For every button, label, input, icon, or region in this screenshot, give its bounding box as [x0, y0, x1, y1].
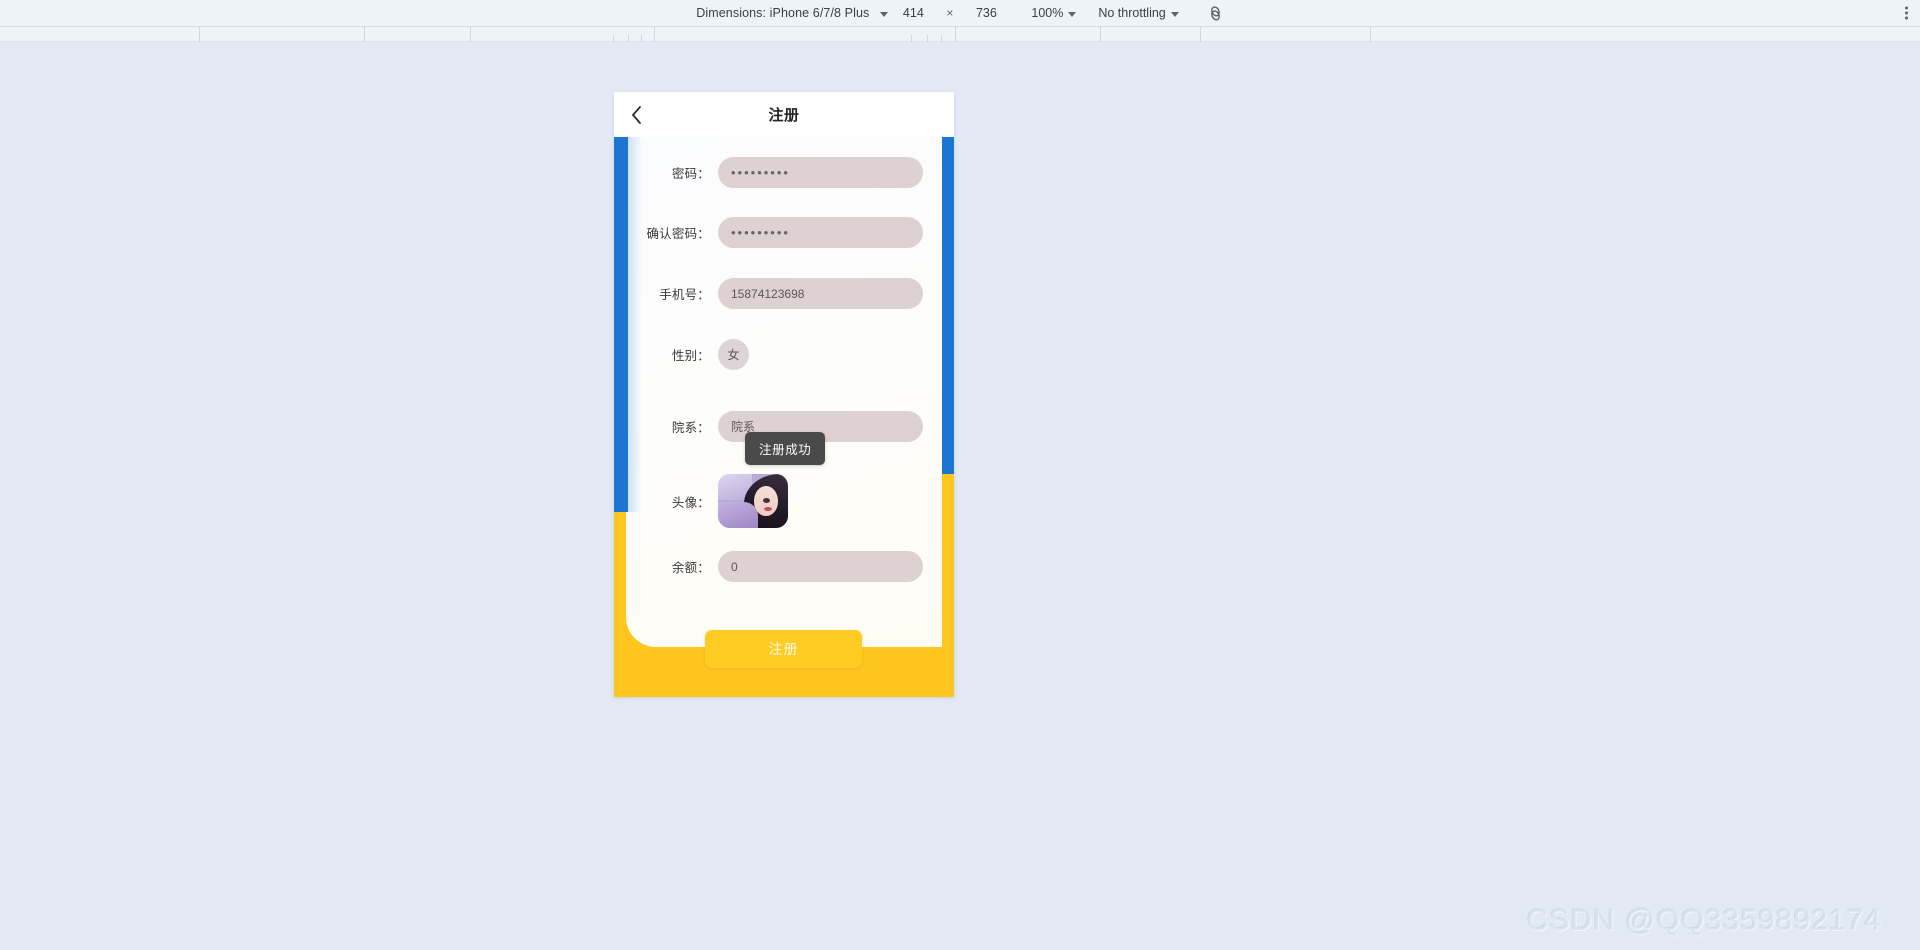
chevron-left-icon: [631, 105, 641, 124]
app-header: 注册: [614, 92, 954, 137]
viewport-ruler: [0, 27, 1920, 42]
gender-input[interactable]: 女: [718, 339, 749, 370]
label-phone: 手机号：: [659, 288, 710, 302]
label-gender: 性别：: [671, 349, 710, 363]
back-button[interactable]: [625, 104, 647, 126]
register-submit-button[interactable]: 注册: [705, 630, 862, 668]
device-dimensions-selector[interactable]: Dimensions: iPhone 6/7/8 Plus: [696, 6, 890, 20]
throttling-label: No throttling: [1098, 6, 1166, 20]
throttling-selector[interactable]: No throttling: [1098, 6, 1180, 20]
dimension-separator: ×: [946, 6, 954, 20]
form-row-confirm-password: 确认密码： •••••••••: [614, 217, 930, 248]
zoom-label: 100%: [1031, 6, 1064, 20]
avatar-clothing: [718, 502, 758, 528]
page-title: 注册: [768, 107, 800, 124]
avatar-eye: [763, 498, 770, 503]
form-row-gender: 性别： 女: [614, 339, 930, 370]
label-password: 密码：: [671, 167, 710, 181]
form-row-avatar: 头像：: [614, 474, 930, 528]
phone-input[interactable]: 15874123698: [718, 278, 923, 309]
label-balance: 余额：: [671, 561, 710, 575]
form-row-balance: 余额： 0: [614, 551, 930, 582]
viewport-height-input[interactable]: 736: [963, 6, 1009, 20]
form-row-phone: 手机号： 15874123698: [614, 278, 930, 309]
label-department: 院系：: [671, 421, 710, 435]
toast-message: 注册成功: [745, 432, 826, 465]
registration-form: 密码： ••••••••• 确认密码： ••••••••• 手机号： 15874…: [614, 92, 954, 697]
avatar-lip: [764, 507, 772, 511]
balance-input[interactable]: 0: [718, 551, 923, 582]
chevron-down-icon: [1068, 11, 1077, 17]
confirm-password-input[interactable]: •••••••••: [718, 217, 923, 248]
network-throttle-icon[interactable]: [1207, 5, 1224, 22]
password-input[interactable]: •••••••••: [718, 157, 923, 188]
phone-screen: 注册 密码： ••••••••• 确认密码： ••••••••• 手机号： 15…: [614, 92, 954, 697]
watermark: CSDN @QQ3359892174: [1526, 904, 1882, 937]
zoom-selector[interactable]: 100%: [1031, 6, 1078, 20]
devtools-device-toolbar: Dimensions: iPhone 6/7/8 Plus 414 × 736 …: [0, 0, 1920, 27]
avatar[interactable]: [718, 474, 788, 528]
device-viewport: 注册 密码： ••••••••• 确认密码： ••••••••• 手机号： 15…: [0, 42, 1920, 950]
form-row-password: 密码： •••••••••: [614, 157, 930, 188]
device-dimensions-label: Dimensions: iPhone 6/7/8 Plus: [696, 6, 870, 20]
viewport-width-input[interactable]: 414: [890, 6, 936, 20]
chevron-down-icon: [880, 11, 889, 17]
label-avatar: 头像：: [671, 495, 710, 510]
label-confirm-password: 确认密码：: [646, 227, 710, 241]
kebab-menu-icon[interactable]: [1905, 6, 1908, 20]
chevron-down-icon: [1170, 11, 1179, 17]
